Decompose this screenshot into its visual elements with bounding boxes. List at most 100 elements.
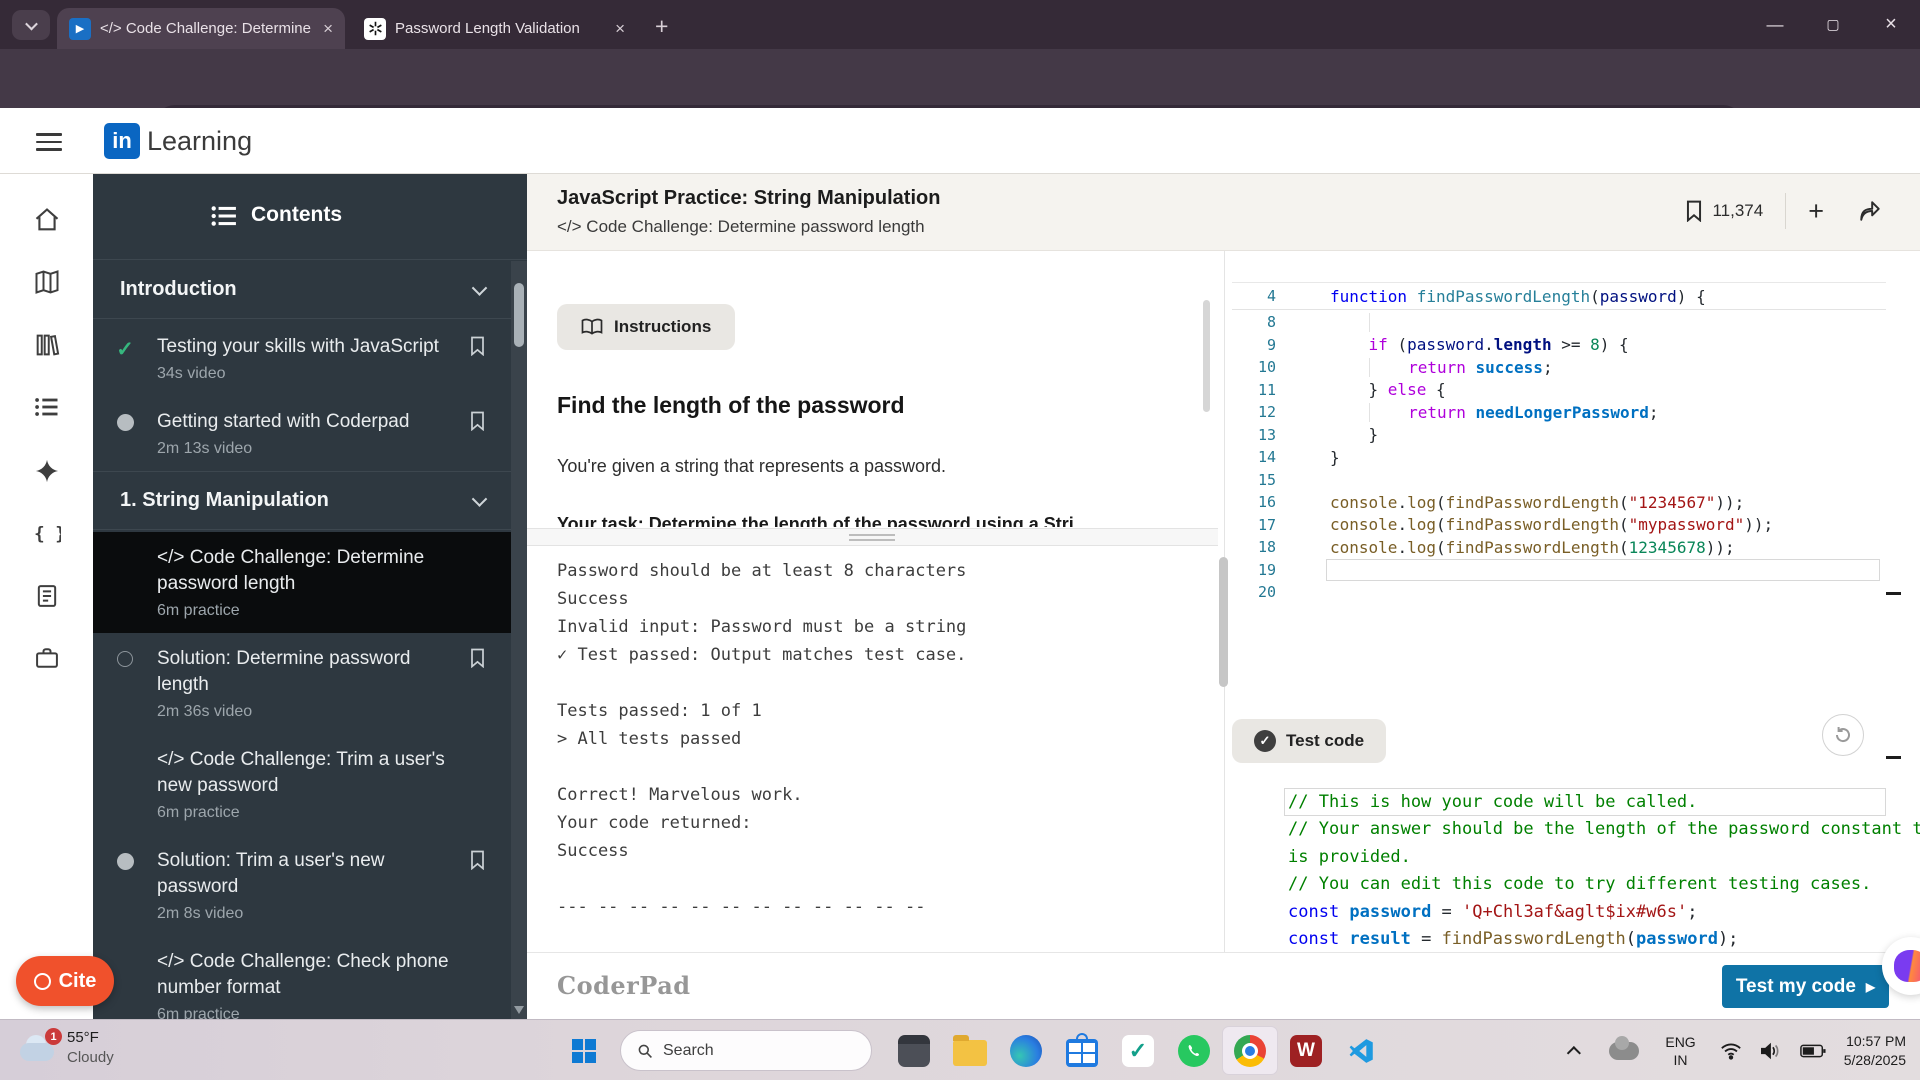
test-code-line: is provided. — [1288, 846, 1411, 867]
jobs-briefcase-icon[interactable] — [33, 644, 61, 672]
test-code-line: // You can edit this code to try differe… — [1288, 874, 1872, 895]
console-line: Tests passed: 1 of 1 — [557, 701, 762, 721]
contents-item[interactable]: Solution: Determine password length 2m 36… — [93, 633, 511, 734]
code-editor-pane[interactable]: 4 function findPasswordLength(password) {… — [1232, 251, 1920, 952]
file-explorer-icon[interactable] — [942, 1026, 998, 1075]
share-icon[interactable] — [1858, 200, 1882, 222]
onedrive-icon[interactable] — [1609, 1035, 1640, 1060]
test-code-line: // Your answer should be the length of t… — [1288, 819, 1920, 840]
windows-taskbar: 1 55°F Cloudy Search ✓ W ENG IN 10:57 PM 5… — [0, 1019, 1920, 1080]
add-button[interactable]: + — [1808, 196, 1824, 227]
tab-search-button[interactable] — [12, 10, 50, 40]
item-duration: 2m 13s video — [157, 440, 253, 457]
contents-scrollbar[interactable] — [511, 261, 527, 1019]
contents-item[interactable]: </> Code Challenge: Determine password l… — [93, 532, 511, 633]
hamburger-menu-icon[interactable] — [36, 133, 62, 151]
volume-icon[interactable] — [1760, 1042, 1782, 1060]
cite-button[interactable]: Cite — [16, 956, 114, 1006]
test-code-line: const password = 'Q+Chl3af&aglt$ix#w6s'; — [1288, 901, 1698, 922]
library-icon[interactable] — [33, 331, 61, 359]
chrome-icon[interactable] — [1222, 1026, 1278, 1075]
contents-item[interactable]: </> Code Challenge: Trim a user's new pa… — [93, 734, 511, 835]
bookmark-icon[interactable] — [457, 334, 497, 383]
bookmark-icon[interactable] — [1684, 200, 1704, 222]
contents-list-icon[interactable] — [33, 393, 61, 421]
bookmark-icon[interactable] — [457, 848, 497, 923]
home-icon[interactable] — [33, 206, 61, 234]
check-app-icon[interactable]: ✓ — [1110, 1026, 1166, 1075]
bookmark-icon[interactable] — [457, 646, 497, 721]
test-my-code-button[interactable]: Test my code ▶ — [1722, 965, 1889, 1008]
contents-item[interactable]: Solution: Trim a user's new password 2m 8… — [93, 835, 511, 936]
learning-wordmark: Learning — [147, 125, 253, 156]
tab-active[interactable]: ▶ </> Code Challenge: Determine × — [57, 8, 345, 49]
notes-icon[interactable] — [33, 582, 61, 610]
w-app-icon[interactable]: W — [1278, 1026, 1334, 1075]
item-duration: 6m practice — [157, 602, 240, 619]
start-button[interactable] — [572, 1039, 596, 1063]
edge-icon[interactable] — [998, 1026, 1054, 1075]
window-close-button[interactable]: × — [1862, 0, 1920, 49]
tab-close-icon[interactable]: × — [323, 19, 333, 39]
scrollbar-thumb[interactable] — [514, 283, 524, 347]
microsoft-store-icon[interactable] — [1054, 1026, 1110, 1075]
status-spacer — [93, 747, 157, 822]
contents-item[interactable]: ✓ Testing your skills with JavaScript 34s … — [93, 321, 511, 396]
test-code-lines[interactable]: // This is how your code will be called.… — [1232, 788, 1920, 952]
challenge-description: You're given a string that represents a … — [557, 456, 946, 476]
contents-section[interactable]: Introduction — [93, 261, 511, 319]
item-duration: 34s video — [157, 365, 226, 382]
test-code-tab[interactable]: ✓ Test code — [1232, 719, 1387, 763]
tab-close-icon[interactable]: × — [615, 19, 625, 39]
console-line: Correct! Marvelous work. — [557, 785, 803, 805]
divider — [1785, 193, 1787, 229]
instructions-tab[interactable]: Instructions — [557, 304, 736, 350]
clipped-text-line: Your task: Determine the length of the p… — [557, 514, 1074, 527]
code-line: 20 — [1257, 583, 1276, 602]
reset-test-code-button[interactable] — [1822, 714, 1864, 756]
item-duration: 2m 36s video — [157, 703, 253, 720]
splitter-drag-handle[interactable] — [1219, 557, 1228, 687]
wifi-icon[interactable] — [1720, 1042, 1742, 1060]
pane-splitter-horizontal[interactable] — [527, 528, 1218, 546]
completed-check-icon: ✓ — [116, 338, 134, 361]
contents-item[interactable]: Getting started with Coderpad 2m 13s vide… — [93, 396, 511, 471]
explore-icon[interactable] — [33, 268, 61, 296]
ai-sparkle-icon[interactable] — [33, 457, 61, 485]
chevron-down-icon — [471, 280, 488, 296]
weather-widget[interactable]: 1 55°F Cloudy — [18, 1028, 114, 1068]
clock[interactable]: 10:57 PM 5/28/2025 — [1844, 1032, 1906, 1070]
contents-section[interactable]: 1. String Manipulation — [93, 471, 511, 530]
battery-icon[interactable] — [1799, 1043, 1826, 1059]
tray-expand-icon[interactable] — [1567, 1045, 1582, 1060]
code-line: 11 } else { — [1257, 380, 1446, 400]
contents-item[interactable]: </> Code Challenge: Check phone number f… — [93, 936, 511, 1019]
vscode-icon[interactable] — [1334, 1026, 1390, 1075]
code-challenges-icon[interactable]: { } — [33, 519, 66, 547]
tab-inactive[interactable]: Password Length Validation × — [352, 8, 637, 49]
whatsapp-icon[interactable] — [1166, 1026, 1222, 1075]
linkedin-learning-logo[interactable]: in Learning — [104, 123, 252, 159]
bookmark-icon[interactable] — [457, 409, 497, 458]
new-tab-button[interactable]: + — [655, 13, 668, 40]
instructions-scrollbar-thumb[interactable] — [1203, 300, 1210, 412]
drag-handle-icon — [849, 534, 895, 536]
item-duration: 6m practice — [157, 804, 240, 821]
instructions-pane: Instructions Find the length of the pass… — [527, 251, 1218, 952]
scroll-down-arrow[interactable] — [514, 1006, 524, 1014]
language-indicator[interactable]: ENG IN — [1665, 1033, 1695, 1069]
console-line: Success — [557, 589, 629, 609]
code-line: 16 console.log(findPasswordLength("123456… — [1257, 492, 1745, 512]
section-label: 1. String Manipulation — [120, 489, 329, 511]
editor-lines[interactable]: 8 9 if (password.length >= 8) {10 return… — [1232, 311, 1920, 604]
code-line: 14} — [1257, 447, 1340, 467]
cite-label: Cite — [58, 969, 97, 992]
taskbar-search[interactable]: Search — [620, 1030, 872, 1071]
window-maximize-button[interactable]: ▢ — [1804, 0, 1862, 49]
taskbar-search-placeholder: Search — [663, 1041, 714, 1059]
browser-tabstrip: ▶ </> Code Challenge: Determine × Passwo… — [0, 0, 1920, 49]
tab-title: </> Code Challenge: Determine — [100, 20, 311, 37]
window-app-icon[interactable] — [886, 1026, 942, 1075]
window-minimize-button[interactable]: — — [1746, 0, 1804, 49]
